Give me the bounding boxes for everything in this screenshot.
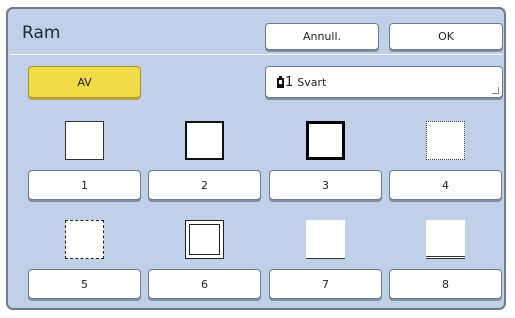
frame-option-5-button[interactable]: 5 <box>28 269 141 299</box>
frame-preview-1 <box>65 121 104 160</box>
frame-option-8-button[interactable]: 8 <box>389 269 502 299</box>
ink-color-button[interactable]: 1 Svart <box>265 66 503 98</box>
frame-preview-4 <box>426 121 465 160</box>
frame-option-3-button[interactable]: 3 <box>269 170 382 200</box>
ink-color-label: Svart <box>297 75 327 89</box>
frame-option-1-button[interactable]: 1 <box>28 170 141 200</box>
ink-cartridge-icon: 1 <box>276 75 293 90</box>
frame-preview-8 <box>426 220 465 259</box>
frame-option-2-button[interactable]: 2 <box>148 170 261 200</box>
frame-preview-2 <box>185 121 224 160</box>
cancel-button[interactable]: Annull. <box>265 23 379 50</box>
frame-dialog: Ram Annull. OK AV 1 Svart 1 2 3 4 5 6 7 … <box>6 7 506 310</box>
frame-option-7-button[interactable]: 7 <box>269 269 382 299</box>
dialog-title: Ram <box>22 23 61 43</box>
ok-button[interactable]: OK <box>389 23 503 50</box>
frame-preview-7 <box>306 220 345 259</box>
frame-preview-6 <box>185 220 224 259</box>
frame-option-4-button[interactable]: 4 <box>389 170 502 200</box>
drum-number: 1 <box>285 74 294 90</box>
frame-off-button[interactable]: AV <box>28 66 141 98</box>
resize-grip-icon <box>492 87 499 94</box>
frame-option-6-button[interactable]: 6 <box>148 269 261 299</box>
frame-preview-5 <box>65 220 104 259</box>
frame-preview-3 <box>306 121 345 160</box>
header-divider <box>10 54 502 55</box>
